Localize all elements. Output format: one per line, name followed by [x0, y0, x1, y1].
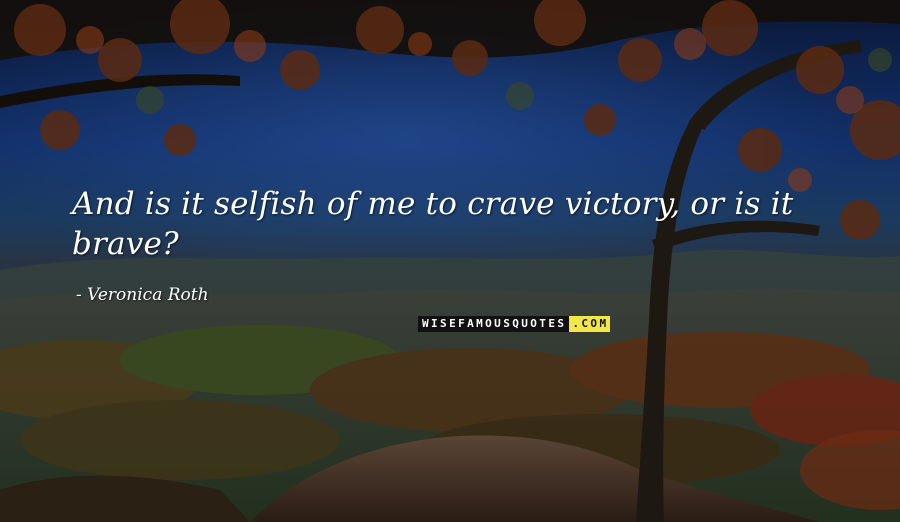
quote-author: - Veronica Roth — [76, 285, 209, 305]
author-dash: - — [76, 285, 88, 305]
author-name: Veronica Roth — [87, 285, 209, 305]
quote-text: And is it selfish of me to crave victory… — [72, 186, 794, 262]
watermark-name: WISEFAMOUSQUOTES — [418, 316, 570, 332]
quote-card: And is it selfish of me to crave victory… — [0, 0, 900, 522]
watermark-suffix: .COM — [569, 316, 611, 332]
site-watermark: WISEFAMOUSQUOTES .COM — [418, 316, 611, 332]
